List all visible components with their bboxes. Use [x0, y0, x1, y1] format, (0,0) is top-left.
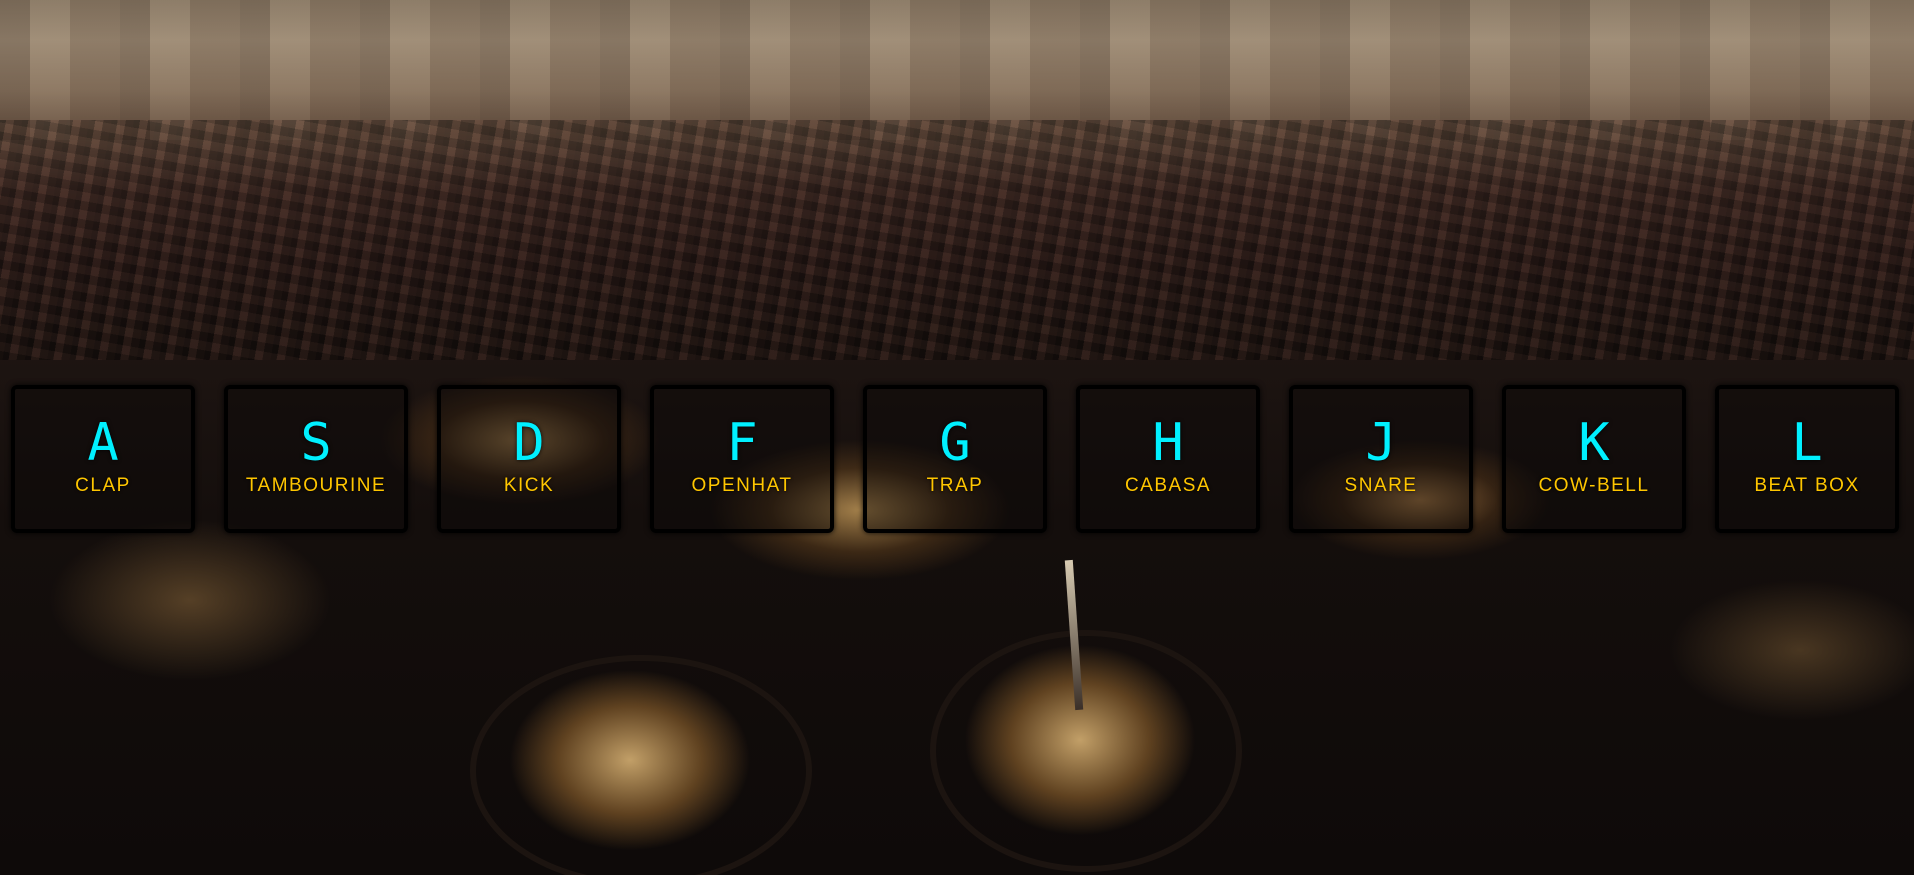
key-letter: L	[1791, 413, 1823, 473]
key-sound-label: CABASA	[1124, 475, 1212, 496]
crowd-image	[0, 120, 1914, 360]
drum-key-g[interactable]: G TRAP	[863, 385, 1047, 533]
drum-key-h[interactable]: H CABASA	[1076, 385, 1260, 533]
drum-left-image	[470, 655, 812, 875]
drum-key-a[interactable]: A CLAP	[11, 385, 195, 533]
drum-key-s[interactable]: S TAMBOURINE	[224, 385, 408, 533]
key-sound-label: COW-BELL	[1538, 475, 1650, 496]
key-sound-label: KICK	[503, 475, 555, 496]
key-letter: S	[300, 413, 332, 473]
key-sound-label: BEAT BOX	[1754, 475, 1860, 496]
key-letter: J	[1365, 413, 1397, 473]
stage-lights-haze	[0, 0, 1914, 140]
key-sound-label: TRAP	[926, 475, 984, 496]
drum-key-l[interactable]: L BEAT BOX	[1715, 385, 1899, 533]
key-sound-label: CLAP	[75, 475, 131, 496]
drum-kit-background: A CLAP S TAMBOURINE D KICK F OPENHAT G T…	[0, 0, 1914, 875]
drum-key-j[interactable]: J SNARE	[1289, 385, 1473, 533]
drum-key-f[interactable]: F OPENHAT	[650, 385, 834, 533]
drum-key-k[interactable]: K COW-BELL	[1502, 385, 1686, 533]
key-letter: D	[513, 413, 545, 473]
key-letter: H	[1152, 413, 1184, 473]
drum-right-image	[930, 630, 1242, 872]
key-sound-label: OPENHAT	[691, 475, 793, 496]
drum-key-d[interactable]: D KICK	[437, 385, 621, 533]
drum-keys: A CLAP S TAMBOURINE D KICK F OPENHAT G T…	[0, 385, 1914, 533]
cymbal-stand-image	[1064, 559, 1084, 711]
key-sound-label: SNARE	[1344, 475, 1418, 496]
key-letter: A	[87, 413, 119, 473]
key-letter: F	[726, 413, 758, 473]
key-letter: K	[1578, 413, 1610, 473]
key-sound-label: TAMBOURINE	[245, 475, 387, 496]
key-letter: G	[939, 413, 971, 473]
